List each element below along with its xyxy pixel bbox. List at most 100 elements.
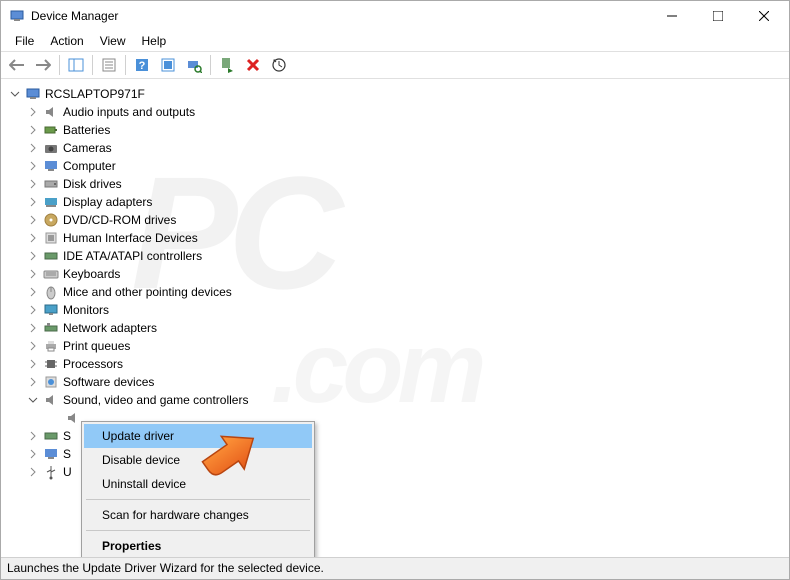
audio-icon [43,392,59,408]
network-icon [43,320,59,336]
expand-icon[interactable] [27,106,39,118]
context-separator [86,530,310,531]
menu-view[interactable]: View [92,32,134,50]
tree-item[interactable]: Disk drives [5,175,785,193]
tree-item-label: S [63,427,71,445]
expand-icon[interactable] [27,376,39,388]
expand-icon[interactable] [27,178,39,190]
tree-item-label: Monitors [63,301,109,319]
tree-item-label: Software devices [63,373,154,391]
audio-icon [43,104,59,120]
expand-icon[interactable] [27,142,39,154]
toolbar-separator [125,55,126,75]
context-item-label: Uninstall device [102,477,186,491]
menu-file[interactable]: File [7,32,42,50]
close-button[interactable] [741,1,787,31]
titlebar: Device Manager [1,1,789,31]
expand-icon[interactable] [27,358,39,370]
tree-item[interactable]: Keyboards [5,265,785,283]
menu-action[interactable]: Action [42,32,91,50]
computer-icon [25,86,41,102]
tree-item[interactable]: Human Interface Devices [5,229,785,247]
tree-item[interactable]: Display adapters [5,193,785,211]
tree-item[interactable]: Print queues [5,337,785,355]
usb-icon [43,464,59,480]
tree-item[interactable]: Batteries [5,121,785,139]
window-title: Device Manager [31,9,649,23]
context-uninstall-device[interactable]: Uninstall device [84,472,312,496]
help-button[interactable]: ? [130,53,154,77]
expand-icon[interactable] [27,250,39,262]
tree-item[interactable]: Audio inputs and outputs [5,103,785,121]
tree-item-label: Sound, video and game controllers [63,391,248,409]
menu-help[interactable]: Help [134,32,175,50]
forward-button[interactable] [31,53,55,77]
menubar: File Action View Help [1,31,789,51]
keyboard-icon [43,266,59,282]
disk-icon [43,176,59,192]
battery-icon [43,122,59,138]
expand-icon[interactable] [27,466,39,478]
expand-icon[interactable] [27,430,39,442]
update-driver-button[interactable] [267,53,291,77]
scan-hardware-button[interactable] [182,53,206,77]
tree-item[interactable]: Processors [5,355,785,373]
back-button[interactable] [5,53,29,77]
tree-item[interactable]: Software devices [5,373,785,391]
context-scan-hardware[interactable]: Scan for hardware changes [84,503,312,527]
mouse-icon [43,284,59,300]
tree-item-label: Mice and other pointing devices [63,283,232,301]
tree-item[interactable]: IDE ATA/ATAPI controllers [5,247,785,265]
context-update-driver[interactable]: Update driver [84,424,312,448]
enable-device-button[interactable] [215,53,239,77]
tree-item[interactable]: Computer [5,157,785,175]
tree-item[interactable]: Cameras [5,139,785,157]
context-item-label: Scan for hardware changes [102,508,249,522]
uninstall-device-button[interactable] [241,53,265,77]
processor-icon [43,356,59,372]
audio-icon [65,410,81,426]
expand-icon[interactable] [27,268,39,280]
storage-icon [43,428,59,444]
context-disable-device[interactable]: Disable device [84,448,312,472]
spacer [49,412,61,424]
context-menu: Update driver Disable device Uninstall d… [81,421,315,561]
tree-item[interactable]: Mice and other pointing devices [5,283,785,301]
printer-icon [43,338,59,354]
expand-icon[interactable] [27,322,39,334]
display-adapter-icon [43,194,59,210]
hid-icon [43,230,59,246]
expand-icon[interactable] [27,160,39,172]
minimize-button[interactable] [649,1,695,31]
tree-item-label: DVD/CD-ROM drives [63,211,176,229]
tree-item-label: Disk drives [63,175,122,193]
expand-icon[interactable] [27,448,39,460]
tree-item-label: Human Interface Devices [63,229,198,247]
tree-item-label: Print queues [63,337,130,355]
toolbar-separator [92,55,93,75]
maximize-button[interactable] [695,1,741,31]
dvd-icon [43,212,59,228]
context-item-label: Update driver [102,429,174,443]
tree-item-label: Keyboards [63,265,120,283]
expand-icon[interactable] [27,304,39,316]
expand-icon[interactable] [27,196,39,208]
collapse-icon[interactable] [9,88,21,100]
tree-item-label: Display adapters [63,193,152,211]
collapse-icon[interactable] [27,394,39,406]
tree-item-expanded[interactable]: Sound, video and game controllers [5,391,785,409]
expand-icon[interactable] [27,214,39,226]
tree-item[interactable]: DVD/CD-ROM drives [5,211,785,229]
tree-item[interactable]: Network adapters [5,319,785,337]
tree-item[interactable]: Monitors [5,301,785,319]
expand-icon[interactable] [27,286,39,298]
properties-button[interactable] [97,53,121,77]
tree-root[interactable]: RCSLAPTOP971F [5,85,785,103]
toolbar-separator [59,55,60,75]
expand-icon[interactable] [27,124,39,136]
expand-icon[interactable] [27,232,39,244]
show-hide-tree-button[interactable] [64,53,88,77]
action-button[interactable] [156,53,180,77]
expand-icon[interactable] [27,340,39,352]
context-properties[interactable]: Properties [84,534,312,558]
